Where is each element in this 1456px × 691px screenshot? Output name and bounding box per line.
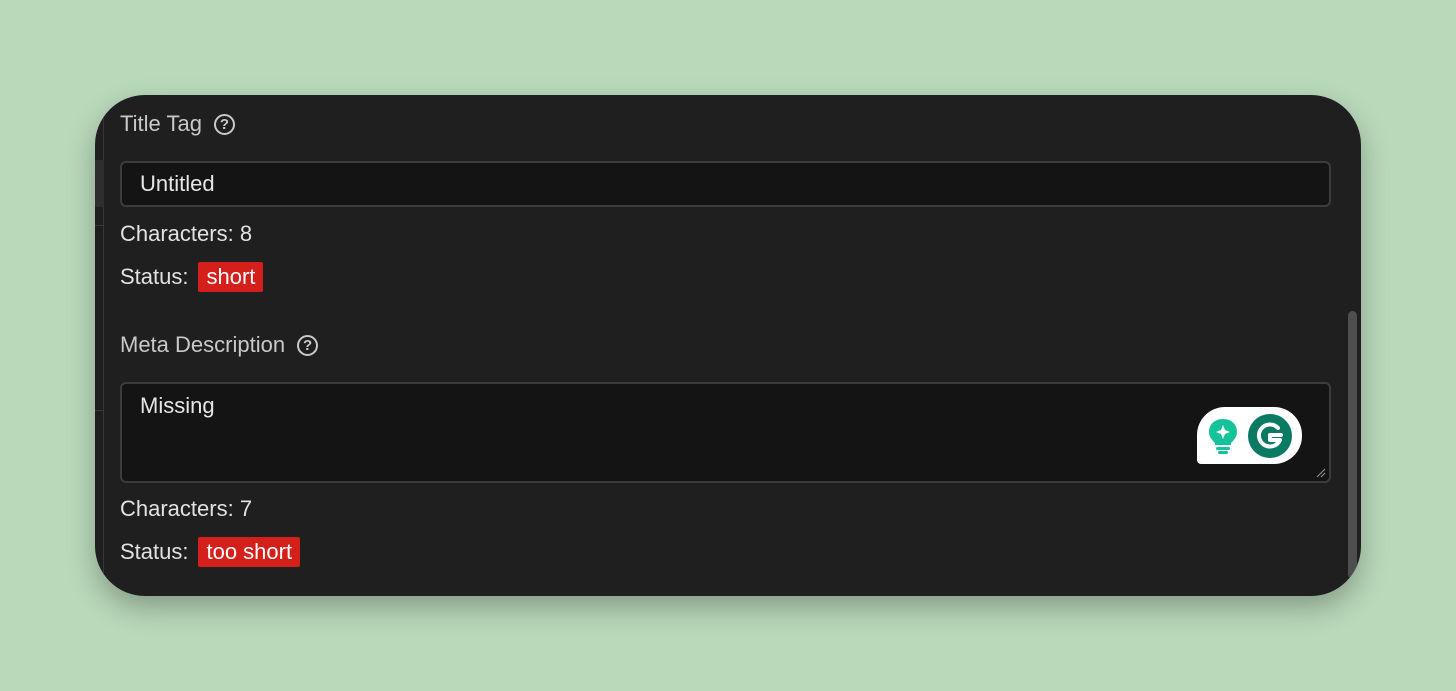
grammarly-g-icon[interactable] <box>1247 413 1293 459</box>
title-tag-label: Title Tag <box>120 111 202 136</box>
grammarly-widget[interactable] <box>1197 407 1302 464</box>
rail-divider <box>95 410 104 411</box>
meta-description-status-badge: too short <box>198 537 301 567</box>
meta-description-status-row: Status: too short <box>120 537 301 567</box>
meta-description-input-value: Missing <box>140 393 215 418</box>
rail-segment <box>95 160 104 207</box>
meta-description-status-label: Status: <box>120 539 189 564</box>
meta-description-label: Meta Description <box>120 332 286 357</box>
title-tag-character-count: Characters: 8 <box>120 221 253 246</box>
title-tag-input[interactable]: Untitled <box>120 161 1331 207</box>
meta-description-help-icon[interactable]: ? <box>297 334 319 356</box>
title-tag-input-value: Untitled <box>140 171 215 196</box>
title-tag-status-label: Status: <box>120 264 189 289</box>
meta-description-character-count: Characters: 7 <box>120 496 253 521</box>
title-tag-status-row: Status: short <box>120 262 264 292</box>
scrollbar[interactable] <box>1348 311 1357 579</box>
rail-divider <box>95 225 104 226</box>
meta-description-label-row: Meta Description ? <box>120 332 319 358</box>
title-tag-help-icon[interactable]: ? <box>213 113 235 135</box>
seo-panel: Title Tag ? Untitled Characters: 8 Statu… <box>95 95 1361 596</box>
resize-handle-icon[interactable] <box>1316 468 1326 478</box>
title-tag-status-badge: short <box>198 262 264 292</box>
lightbulb-sparkle-icon[interactable] <box>1206 417 1240 455</box>
title-tag-label-row: Title Tag ? <box>120 111 235 137</box>
meta-description-textarea[interactable]: Missing <box>120 382 1331 483</box>
